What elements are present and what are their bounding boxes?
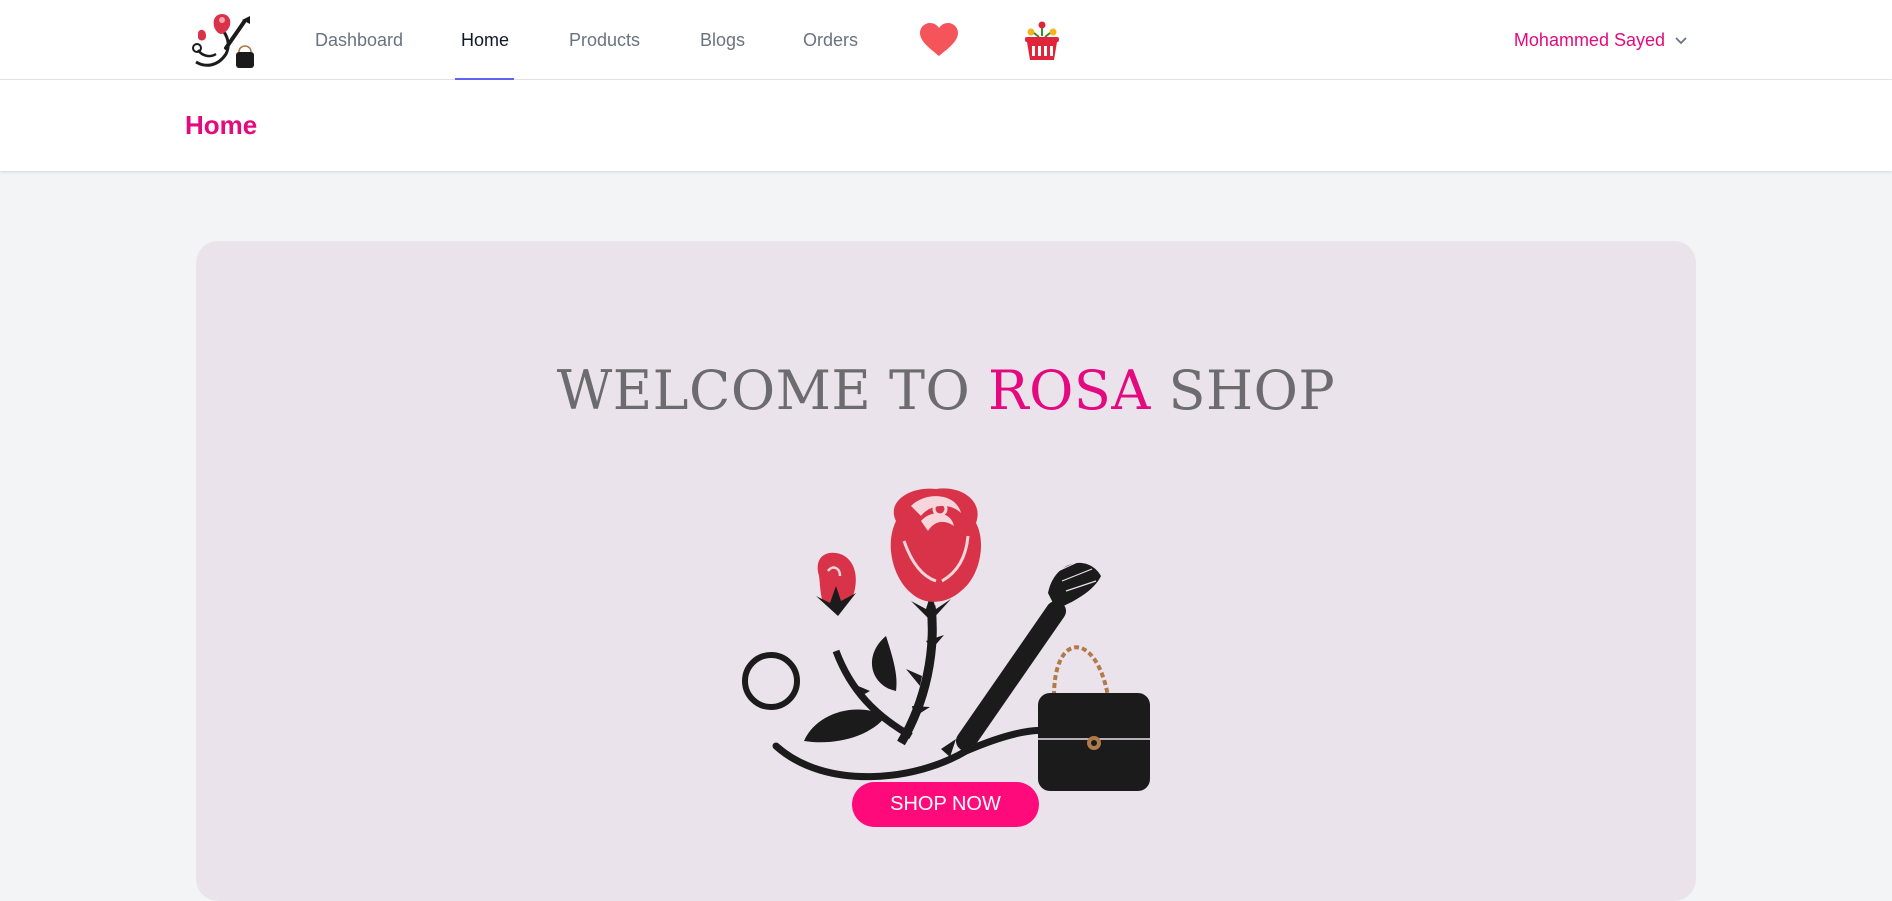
user-name: Mohammed Sayed — [1513, 30, 1665, 50]
nav-link-dashboard[interactable]: Dashboard — [315, 0, 403, 80]
top-navbar: Dashboard Home Products Blogs Orders Moh… — [0, 0, 1892, 80]
hero-title: WELCOME TO ROSA SHOP — [196, 359, 1696, 422]
heart-icon[interactable] — [918, 22, 960, 63]
nav-link-blogs[interactable]: Blogs — [700, 0, 745, 80]
page-title: Home — [185, 110, 258, 140]
hero-title-accent: ROSA — [987, 359, 1151, 422]
hero-banner: WELCOME TO ROSA SHOP SHOP NOW — [196, 241, 1696, 901]
nav-link-products[interactable]: Products — [569, 0, 640, 80]
logo-icon[interactable] — [188, 10, 258, 72]
shop-now-button[interactable]: SHOP NOW — [852, 782, 1039, 827]
chevron-down-icon — [1675, 0, 1687, 79]
nav-link-home[interactable]: Home — [454, 0, 515, 80]
nav-link-orders[interactable]: Orders — [803, 0, 858, 80]
page-header: Home — [0, 80, 1892, 171]
hero-title-part2: SHOP — [1150, 359, 1336, 422]
user-menu-button[interactable]: Mohammed Sayed — [1514, 0, 1687, 80]
basket-icon[interactable] — [1022, 20, 1062, 67]
rose-brush-handbag-illustration — [736, 481, 1156, 801]
hero-title-part1: WELCOME TO — [556, 359, 988, 422]
